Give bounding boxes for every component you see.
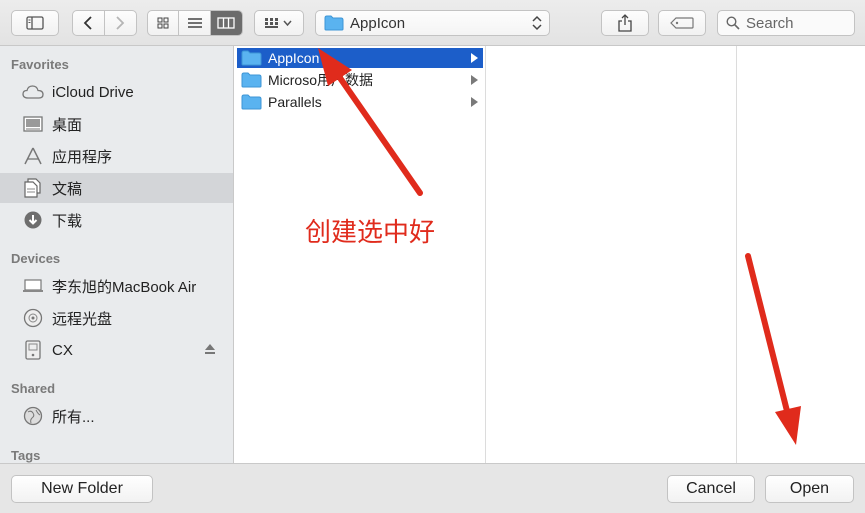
chevron-right-icon [116, 16, 125, 30]
sidebar-item-label: 桌面 [52, 116, 83, 134]
sidebar-item-desktop[interactable]: 桌面 [0, 109, 233, 139]
arrange-grid-icon [265, 18, 292, 28]
list-view-button[interactable] [179, 11, 211, 35]
laptop-icon [22, 276, 44, 296]
path-popup[interactable]: AppIcon [315, 10, 550, 36]
folder-row-appicon[interactable]: AppIcon [237, 48, 483, 68]
tag-icon [670, 17, 694, 29]
desktop-icon [22, 114, 44, 134]
network-icon [22, 406, 44, 426]
sidebar-section-shared: Shared [11, 381, 56, 396]
disclosure-arrow-icon [471, 97, 478, 107]
search-icon [726, 16, 740, 30]
back-button[interactable] [73, 11, 105, 35]
folder-row-microsoft-user-data[interactable]: Microso用户数据 [237, 70, 483, 90]
path-popup-label: AppIcon [350, 14, 406, 32]
sidebar-item-icloud-drive[interactable]: iCloud Drive [0, 77, 233, 107]
cloud-icon [22, 82, 44, 102]
folder-row-label: Microso用户数据 [268, 72, 374, 88]
sidebar-icon [26, 16, 44, 30]
annotation-text: 创建选中好 [305, 218, 436, 248]
sidebar-toggle-button[interactable] [11, 10, 59, 36]
chevron-left-icon [83, 16, 92, 30]
new-folder-button[interactable]: New Folder [11, 475, 153, 503]
tags-button[interactable] [658, 10, 706, 36]
download-icon [22, 210, 44, 230]
disclosure-arrow-icon [471, 53, 478, 63]
grid-icon [157, 17, 169, 29]
cancel-button[interactable]: Cancel [667, 475, 755, 503]
view-mode-control [147, 10, 243, 36]
sidebar-item-label: 远程光盘 [52, 310, 113, 328]
icon-view-button[interactable] [148, 11, 180, 35]
browser-column-1: AppIcon Microso用户数据 Parallels [234, 46, 486, 463]
sidebar-item-label: 文稿 [52, 180, 83, 198]
folder-icon [324, 15, 344, 31]
columns-icon [217, 17, 235, 29]
applications-icon [22, 146, 44, 166]
back-forward-control [72, 10, 137, 36]
sidebar-item-label: 应用程序 [52, 148, 113, 166]
updown-arrows-icon [532, 15, 542, 31]
sidebar-item-label: 所有... [52, 408, 95, 426]
sidebar-item-label: 李东旭的MacBook Air [52, 278, 197, 296]
list-icon [187, 18, 202, 28]
browser-column-3 [737, 46, 865, 463]
chevron-down-icon [283, 20, 292, 27]
folder-row-parallels[interactable]: Parallels [237, 92, 483, 112]
sidebar-item-label: 下载 [52, 212, 83, 230]
open-dialog: AppIcon Search Favorites iCloud Drive 桌面… [0, 0, 865, 513]
search-input[interactable] [746, 14, 846, 32]
sidebar-item-macbook[interactable]: 李东旭的MacBook Air [0, 271, 233, 301]
browser-column-2 [486, 46, 737, 463]
drive-icon [22, 340, 44, 360]
folder-row-label: Parallels [268, 94, 322, 110]
sidebar-item-remote-disc[interactable]: 远程光盘 [0, 303, 233, 333]
column-view-button[interactable] [210, 11, 242, 35]
folder-icon [241, 94, 262, 110]
sidebar-item-all-shared[interactable]: 所有... [0, 401, 233, 431]
forward-button[interactable] [105, 11, 136, 35]
sidebar-item-label: CX [52, 341, 73, 359]
sidebar: Favorites iCloud Drive 桌面 应用程序 文稿 下载 Dev… [0, 46, 234, 463]
arrange-button[interactable] [254, 10, 304, 36]
folder-row-label: AppIcon [268, 50, 320, 66]
share-button[interactable] [601, 10, 649, 36]
sidebar-item-documents[interactable]: 文稿 [0, 173, 233, 203]
folder-icon [241, 50, 262, 66]
sidebar-section-tags: Tags [11, 448, 41, 463]
sidebar-section-favorites: Favorites [11, 57, 69, 72]
open-button[interactable]: Open [765, 475, 854, 503]
search-field[interactable] [717, 10, 855, 36]
sidebar-item-cx[interactable]: CX [0, 335, 233, 365]
eject-icon[interactable] [204, 342, 216, 359]
sidebar-item-downloads[interactable]: 下载 [0, 205, 233, 235]
sidebar-section-devices: Devices [11, 251, 61, 266]
folder-icon [241, 72, 262, 88]
disclosure-arrow-icon [471, 75, 478, 85]
sidebar-item-label: iCloud Drive [52, 83, 134, 101]
share-icon [618, 14, 632, 32]
sidebar-item-applications[interactable]: 应用程序 [0, 141, 233, 171]
documents-icon [22, 178, 44, 198]
disc-icon [22, 308, 44, 328]
bottom-bar: New Folder Cancel Open [0, 463, 865, 513]
toolbar: AppIcon [0, 0, 865, 46]
